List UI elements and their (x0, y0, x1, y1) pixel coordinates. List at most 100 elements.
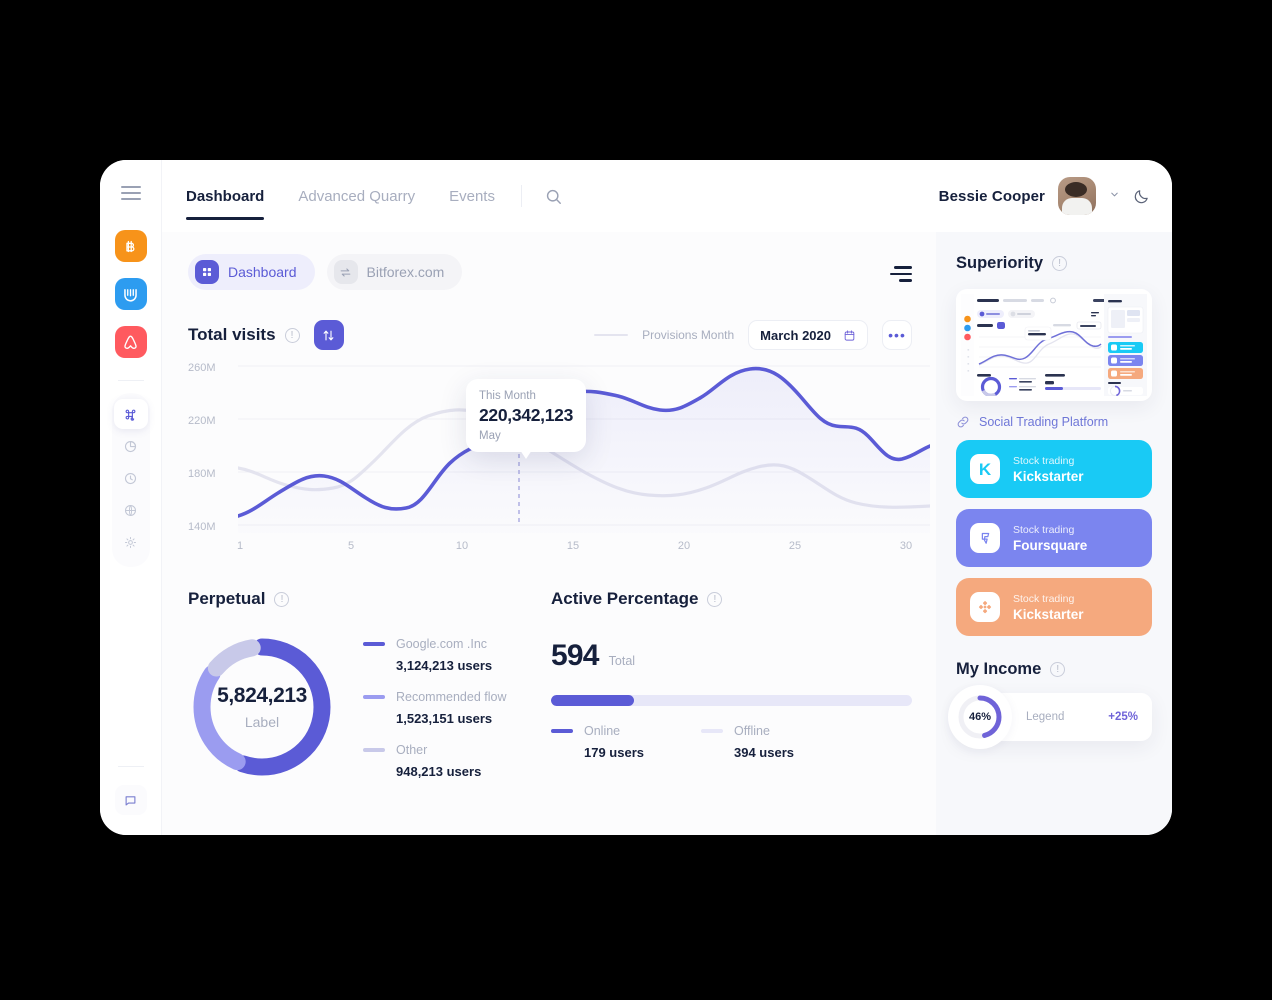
legend-swatch (551, 729, 573, 733)
more-options-button[interactable]: ••• (882, 320, 912, 350)
link-icon (957, 416, 969, 428)
superiority-info-icon[interactable]: ! (1052, 256, 1068, 271)
donut-center: 5,824,213 Label (188, 633, 336, 781)
income-percent: 46% (968, 711, 992, 723)
main-content: Dashboard Bitforex.com Total visits ! Pr… (162, 232, 936, 835)
legend-item[interactable]: Online 179 users (551, 724, 701, 760)
nav-item-history[interactable] (114, 463, 148, 493)
social-trading-link[interactable]: Social Trading Platform (956, 415, 1152, 429)
sort-button[interactable] (313, 320, 344, 350)
x-tick-10: 10 (455, 540, 469, 552)
legend-item[interactable]: Other 948,213 users (363, 743, 506, 779)
my-income-card[interactable]: 46% Legend +25% (948, 685, 1152, 749)
promo-card-kickstarter-cyan[interactable]: K Stock trading Kickstarter (956, 440, 1152, 498)
active-percentage-panel: Active Percentage ! 594 Total Online 179… (543, 589, 912, 781)
legend-swatch (701, 729, 723, 733)
bitcoin-glyph (126, 240, 135, 252)
avatar[interactable] (1058, 177, 1096, 215)
nav-item-global[interactable] (114, 495, 148, 525)
chart-y-axis: 260M 220M 180M 140M (188, 362, 232, 533)
x-tick-1: 1 (236, 540, 244, 552)
kickstarter-glyph: K (978, 459, 992, 479)
legend-item[interactable]: Offline 394 users (701, 724, 851, 760)
chip-dashboard[interactable]: Dashboard (188, 254, 315, 290)
legend-value: 179 users (584, 745, 644, 760)
chip-bitforex-label: Bitforex.com (366, 264, 445, 280)
app-window: Dashboard Advanced Quarry Events Bessie … (100, 160, 1172, 835)
topbar: Dashboard Advanced Quarry Events Bessie … (162, 160, 1172, 232)
donut-value: 5,824,213 (217, 684, 307, 707)
rail-bottom (114, 766, 147, 815)
active-total-label: Total (608, 654, 636, 668)
grid-glyph (203, 268, 211, 276)
income-legend-label: Legend (1026, 711, 1065, 723)
legend-line-provisions (594, 333, 629, 337)
right-sidebar: Superiority ! Social Trading Platform K … (936, 232, 1172, 835)
active-percentage-info-icon[interactable]: ! (707, 591, 723, 607)
active-progress-bar[interactable] (551, 695, 912, 706)
brand-icon-airbnb[interactable] (114, 326, 147, 358)
legend-item[interactable]: Recommended flow 1,523,151 users (363, 690, 506, 726)
info-icon[interactable]: ! (284, 327, 300, 343)
topbar-divider (520, 185, 522, 207)
nav-item-analytics[interactable] (114, 431, 148, 461)
chat-button[interactable] (114, 785, 147, 815)
promo-subtitle: Stock trading (1013, 592, 1075, 605)
hamburger-icon[interactable] (120, 186, 141, 200)
legend-swatch (363, 748, 385, 752)
legend-item-top: Other (363, 743, 506, 757)
tooltip-value: 220,342,123 (479, 405, 574, 425)
promo-name: Kickstarter (1013, 606, 1084, 622)
perpetual-header: Perpetual ! (188, 589, 543, 609)
perpetual-body: 5,824,213 Label Google.com .Inc 3,124,21… (188, 633, 543, 781)
tab-events[interactable]: Events (449, 160, 495, 232)
date-picker[interactable]: March 2020 (748, 320, 868, 350)
bottom-panels: Perpetual ! 5,824,213 Label Google.com .… (188, 589, 912, 781)
promo-text: Stock trading Kickstarter (1013, 455, 1084, 484)
brand-icon-bitcoin[interactable] (114, 230, 147, 262)
active-legend: Online 179 users Offline 394 users (551, 724, 912, 760)
nav-item-settings[interactable] (114, 527, 148, 557)
total-visits-title: Total visits (188, 325, 276, 344)
legend-swatch (363, 642, 385, 646)
nav-item-command[interactable] (113, 399, 148, 429)
chip-bitforex[interactable]: Bitforex.com (326, 254, 463, 290)
active-percentage-title: Active Percentage (551, 589, 699, 608)
perpetual-info-icon[interactable]: ! (274, 591, 290, 607)
perpetual-donut: 5,824,213 Label (188, 633, 336, 781)
legend-value: 3,124,213 users (396, 658, 493, 673)
chevron-down-icon[interactable] (1109, 189, 1120, 203)
legend-item-top: Online (551, 724, 701, 738)
preview-thumbnail-image (961, 294, 1147, 398)
nav-tabs: Dashboard Advanced Quarry Events (186, 160, 495, 232)
grid-icon (195, 260, 219, 284)
legend-item-top: Google.com .Inc (363, 637, 506, 651)
promo-card-foursquare[interactable]: Stock trading Foursquare (956, 509, 1152, 567)
income-ring: 46% (948, 685, 1012, 749)
chart-controls: Provisions Month March 2020 ••• (594, 320, 912, 350)
filter-button[interactable] (890, 262, 912, 282)
search-button[interactable] (544, 187, 563, 206)
promo-text: Stock trading Kickstarter (1013, 593, 1084, 622)
total-visits-header: Total visits ! Provisions Month March 20… (188, 320, 912, 350)
globe-icon (124, 504, 137, 516)
preview-thumbnail[interactable] (956, 289, 1152, 401)
my-income-info-icon[interactable]: ! (1050, 662, 1066, 677)
tooltip-month: May (479, 430, 501, 442)
theme-toggle[interactable] (1133, 188, 1150, 205)
tab-advanced-quarry[interactable]: Advanced Quarry (298, 160, 415, 232)
chevron-down-glyph (1111, 192, 1118, 197)
x-tick-5: 5 (347, 540, 355, 552)
rail-bottom-divider (117, 766, 144, 767)
tab-dashboard[interactable]: Dashboard (186, 160, 265, 232)
legend-item[interactable]: Google.com .Inc 3,124,213 users (363, 637, 506, 673)
chip-dashboard-label: Dashboard (228, 264, 297, 280)
tooltip-header: This Month (479, 390, 536, 402)
promo-text: Stock trading Foursquare (1013, 524, 1087, 553)
brand-icon-exchange[interactable] (114, 278, 147, 310)
binance-glyph (978, 601, 992, 614)
rail-nav-group (111, 393, 150, 567)
superiority-header: Superiority ! (956, 254, 1152, 273)
promo-card-kickstarter-orange[interactable]: Stock trading Kickstarter (956, 578, 1152, 636)
search-icon (546, 189, 561, 204)
